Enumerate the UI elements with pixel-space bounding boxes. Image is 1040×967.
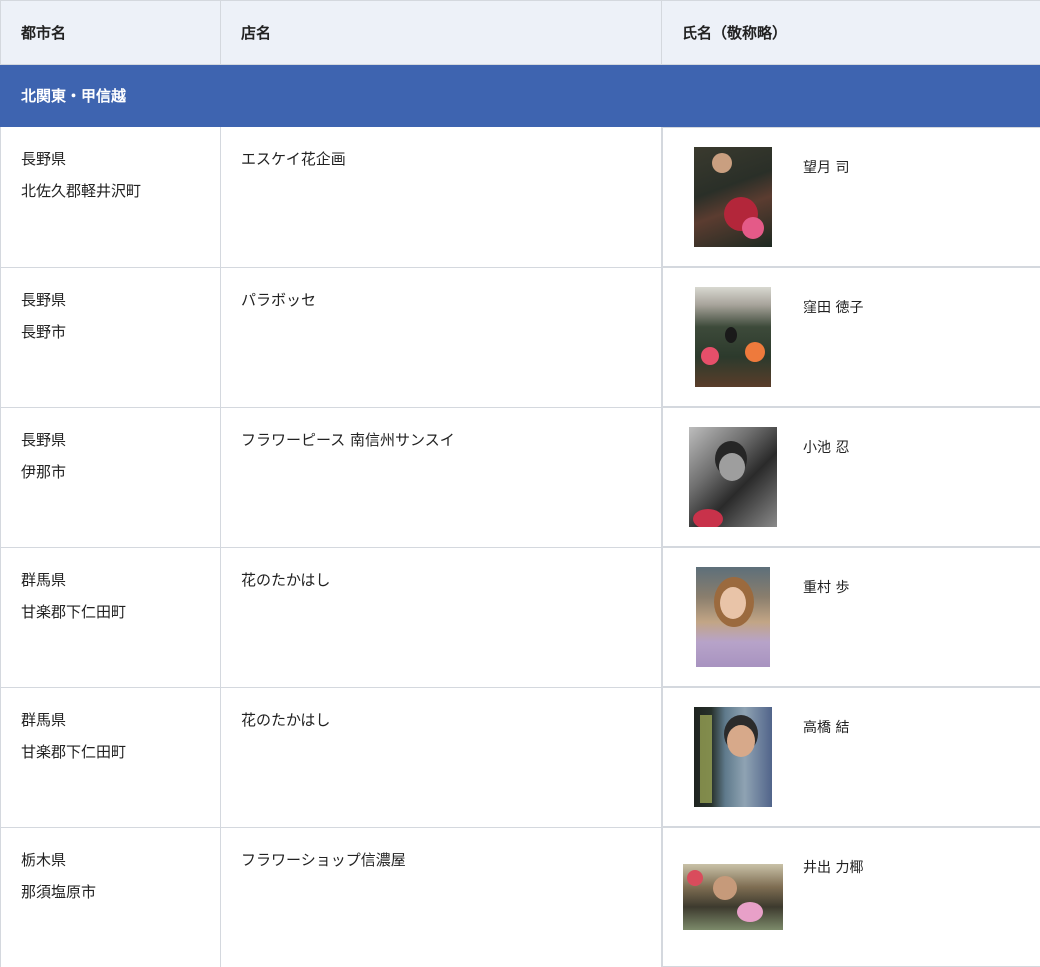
prefecture: 長野県 [21, 430, 67, 449]
shop-name: 花のたかはし [220, 546, 662, 688]
table-row: 長野県 長野市 パラボッセ 窪田 徳子 [0, 266, 1040, 408]
person-cell: 井出 力椰 [662, 827, 1040, 967]
shop-name: パラボッセ [220, 266, 662, 408]
table-row: 群馬県 甘楽郡下仁田町 花のたかはし 高橋 結 [0, 686, 1040, 828]
header-city: 都市名 [0, 0, 221, 65]
municipality: 北佐久郡軽井沢町 [21, 182, 142, 200]
table-row: 長野県 伊那市 フラワーピース 南信州サンスイ 小池 忍 [0, 406, 1040, 548]
header-person: 氏名（敬称略） [661, 0, 1040, 65]
person-name: 高橋 結 [803, 720, 850, 736]
table-row: 栃木県 那須塩原市 フラワーショップ信濃屋 井出 力椰 [0, 826, 1040, 967]
municipality: 伊那市 [21, 462, 67, 481]
prefecture: 栃木県 [21, 850, 67, 869]
person-cell: 重村 歩 [662, 547, 1040, 687]
photo-frame [663, 828, 803, 966]
photo-frame [663, 128, 803, 266]
person-cell: 小池 忍 [662, 407, 1040, 547]
photo-frame [663, 688, 803, 826]
table-row: 群馬県 甘楽郡下仁田町 花のたかはし 重村 歩 [0, 546, 1040, 688]
person-name: 小池 忍 [803, 440, 850, 456]
person-name: 井出 力椰 [803, 860, 864, 876]
city-cell: 長野県 長野市 [0, 266, 221, 408]
person-cell: 窪田 徳子 [662, 267, 1040, 407]
prefecture: 長野県 [21, 290, 67, 309]
portrait-photo [694, 707, 772, 807]
photo-frame [663, 408, 803, 546]
municipality: 長野市 [21, 322, 67, 341]
shop-name: フラワーピース 南信州サンスイ [220, 406, 662, 548]
person-name: 窪田 徳子 [803, 300, 864, 316]
header-shop: 店名 [220, 0, 662, 65]
shop-name: 花のたかはし [220, 686, 662, 828]
city-cell: 長野県 北佐久郡軽井沢町 [0, 126, 221, 268]
portrait-photo [695, 287, 771, 387]
portrait-photo [689, 427, 777, 527]
city-cell: 栃木県 那須塩原市 [0, 826, 221, 967]
prefecture: 群馬県 [21, 570, 67, 589]
portrait-photo [694, 147, 772, 247]
portrait-photo [696, 567, 770, 667]
person-cell: 望月 司 [662, 127, 1040, 267]
region-name: 北関東・甲信越 [0, 64, 1040, 127]
person-name: 望月 司 [803, 160, 850, 176]
table-row: 長野県 北佐久郡軽井沢町 エスケイ花企画 望月 司 [0, 126, 1040, 268]
prefecture: 長野県 [21, 150, 67, 168]
shop-name: エスケイ花企画 [220, 126, 662, 268]
municipality: 甘楽郡下仁田町 [21, 602, 127, 621]
photo-frame [663, 548, 803, 686]
municipality: 那須塩原市 [21, 882, 97, 901]
person-cell: 高橋 結 [662, 687, 1040, 827]
region-row: 北関東・甲信越 [0, 64, 1040, 127]
person-name: 重村 歩 [803, 580, 850, 596]
shop-name: フラワーショップ信濃屋 [220, 826, 662, 967]
city-cell: 群馬県 甘楽郡下仁田町 [0, 546, 221, 688]
prefecture: 群馬県 [21, 710, 67, 729]
florist-directory-table: 都市名 店名 氏名（敬称略） 北関東・甲信越 長野県 北佐久郡軽井沢町 エスケイ… [0, 0, 1040, 967]
municipality: 甘楽郡下仁田町 [21, 742, 127, 761]
portrait-photo [683, 864, 783, 930]
photo-frame [663, 268, 803, 406]
table-header-row: 都市名 店名 氏名（敬称略） [0, 0, 1040, 65]
city-cell: 長野県 伊那市 [0, 406, 221, 548]
city-cell: 群馬県 甘楽郡下仁田町 [0, 686, 221, 828]
